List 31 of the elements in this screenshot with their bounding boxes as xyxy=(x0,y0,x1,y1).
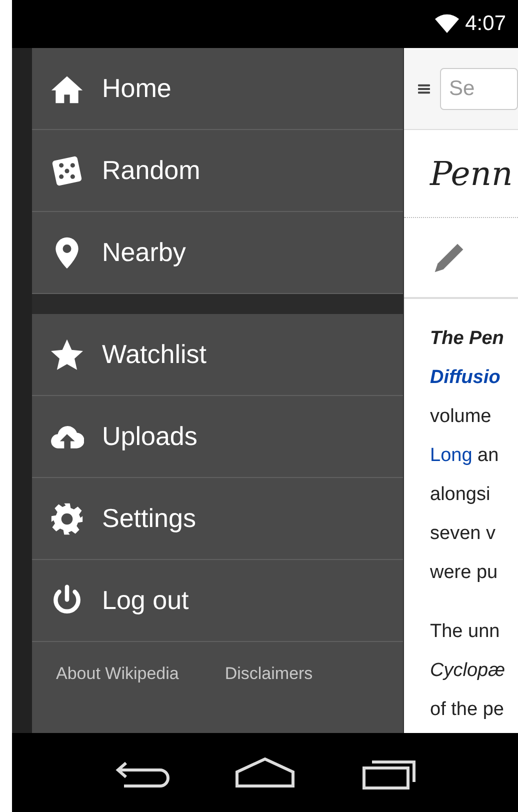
article-text-line: of the pe xyxy=(430,698,505,722)
menu-item-label: Home xyxy=(102,73,172,104)
footer-link[interactable]: Disclaimers xyxy=(224,664,313,684)
gear-icon xyxy=(50,502,84,536)
article-text-line: Cyclopæ xyxy=(430,659,506,683)
article-text-line: seven v xyxy=(430,522,496,546)
menu-item-label: Watchlist xyxy=(102,339,206,370)
wifi-icon xyxy=(435,14,460,34)
menu-item[interactable]: Uploads xyxy=(32,396,403,478)
menu-item-label: Settings xyxy=(102,503,196,534)
article-text-line: The Pen xyxy=(430,327,505,351)
status-time: 4:07 xyxy=(465,12,506,36)
article-text-line: were pu xyxy=(430,561,499,585)
article-text-line: Diffusio xyxy=(430,366,502,390)
menu-item-label: Uploads xyxy=(102,421,198,452)
footer-link[interactable]: About Wikipedia xyxy=(56,664,179,684)
article-text-line: The unn xyxy=(430,620,501,644)
menu-item[interactable]: Random xyxy=(32,130,403,212)
home-icon[interactable] xyxy=(232,756,297,790)
menu-item[interactable]: Watchlist xyxy=(32,314,403,396)
article-text-line: alongsi xyxy=(430,483,492,507)
menu-item-label: Random xyxy=(102,155,200,186)
article-title: Penn xyxy=(430,154,513,193)
article-text-line: volume xyxy=(430,405,492,429)
search-field[interactable]: Se xyxy=(440,68,518,110)
menu-item-label: Log out xyxy=(102,585,189,616)
menu-item[interactable]: Home xyxy=(32,48,403,130)
menu-item-label: Nearby xyxy=(102,237,186,268)
menu-item[interactable]: Settings xyxy=(32,478,403,560)
article-text-line: Long an xyxy=(430,444,500,468)
star-icon xyxy=(50,338,84,372)
